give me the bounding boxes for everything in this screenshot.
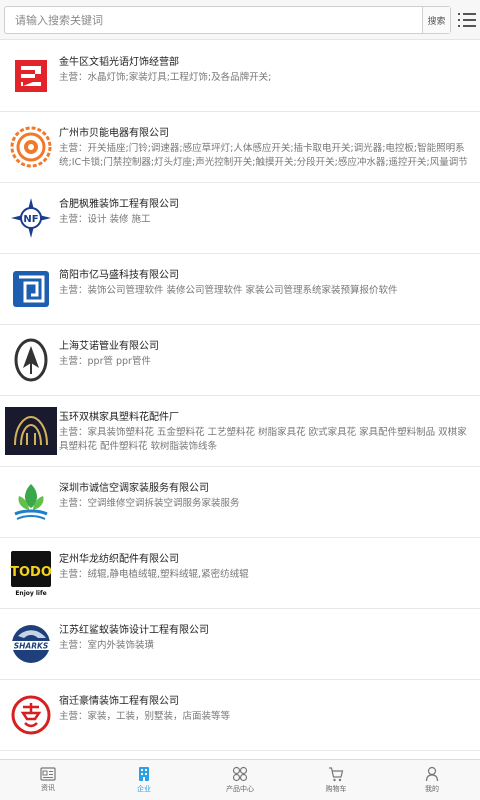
- business-text: 绒辊,静电植绒辊,塑料绒辊,紧密纺绒辊: [87, 569, 249, 580]
- blue-square-spiral-logo-icon: [13, 271, 49, 307]
- business-label: 主营：: [59, 640, 88, 651]
- company-logo: [6, 335, 56, 385]
- company-logo: SHARKS: [6, 619, 56, 669]
- user-icon: [425, 766, 439, 782]
- list-item[interactable]: 深圳市诚信空调家装服务有限公司 主营：空调维修空调拆装空调服务家装服务: [0, 467, 480, 538]
- svg-text:TODO: TODO: [10, 565, 52, 580]
- building-icon: [139, 767, 149, 781]
- list-item[interactable]: NF 合肥枫雅装饰工程有限公司 主营：设计 装修 施工: [0, 183, 480, 254]
- business-label: 主营：: [59, 356, 88, 367]
- tab-label: 我的: [425, 785, 439, 793]
- business-label: 主营：: [59, 498, 88, 509]
- company-logo: TODO Enjoy life: [6, 548, 56, 598]
- tab-mine[interactable]: 我的: [384, 760, 480, 800]
- company-logo: [6, 51, 56, 101]
- company-business: 主营：室内外装饰装璜: [59, 639, 472, 653]
- company-name[interactable]: 金牛区文韬光语灯饰经营部: [59, 53, 179, 68]
- company-business: 主营：ppr管 ppr管件: [59, 355, 472, 369]
- company-list: 金牛区文韬光语灯饰经营部 主营：水晶灯饰;家装灯具;工程灯饰;及各品牌开关; 广…: [0, 41, 480, 759]
- company-name[interactable]: 定州华龙纺织配件有限公司: [59, 550, 179, 565]
- list-item[interactable]: 简阳市亿马盛科技有限公司 主营：装饰公司管理软件 装修公司管理软件 家装公司管理…: [0, 254, 480, 325]
- company-name[interactable]: 江苏红鲨蚁装饰设计工程有限公司: [59, 621, 209, 636]
- list-item[interactable]: TODO Enjoy life 定州华龙纺织配件有限公司 主营：绒辊,静电植绒辊…: [0, 538, 480, 609]
- business-label: 主营：: [59, 214, 88, 225]
- company-logo: [6, 690, 56, 740]
- company-logo: NF: [6, 193, 56, 243]
- tab-products[interactable]: 产品中心: [192, 760, 288, 800]
- search-box: 搜索: [4, 6, 451, 34]
- company-name[interactable]: 广州市贝能电器有限公司: [59, 124, 169, 139]
- business-label: 主营：: [59, 711, 88, 722]
- tab-label: 购物车: [325, 784, 347, 793]
- company-business: 主营：水晶灯饰;家装灯具;工程灯饰;及各品牌开关;: [59, 71, 472, 85]
- business-text: 家装，工装，别墅装，店面装等等: [87, 711, 231, 722]
- menu-list-icon[interactable]: [458, 12, 476, 28]
- company-name[interactable]: 深圳市诚信空调家装服务有限公司: [59, 479, 209, 494]
- tab-enterprise[interactable]: 企业: [96, 760, 192, 800]
- company-business: 主营：装饰公司管理软件 装修公司管理软件 家装公司管理系统家装预算报价软件: [59, 284, 472, 298]
- tab-label: 产品中心: [226, 785, 254, 793]
- tab-cart[interactable]: 购物车: [288, 760, 384, 800]
- bottom-tab-bar: 资讯 企业 产品中心 购物车 我的: [0, 759, 480, 800]
- company-logo: [6, 477, 56, 527]
- green-blue-leaf-logo-icon: [14, 484, 48, 520]
- business-label: 主营：: [59, 285, 88, 296]
- business-text: 空调维修空调拆装空调服务家装服务: [87, 498, 240, 509]
- todo-enjoy-life-logo-icon: TODO Enjoy life: [10, 551, 52, 597]
- grid-icon: [232, 766, 248, 782]
- red-circle-seal-logo-icon: [11, 695, 51, 735]
- search-header: 搜索: [0, 0, 480, 40]
- company-business: 主营：家具装饰塑料花 五金塑料花 工艺塑料花 树脂家具花 欧式家具花 家具配件塑…: [59, 426, 472, 454]
- news-icon: [40, 767, 56, 781]
- tab-label: 企业: [137, 785, 151, 793]
- business-text: 室内外装饰装璜: [87, 640, 155, 651]
- business-text: 装饰公司管理软件 装修公司管理软件 家装公司管理系统家装预算报价软件: [87, 285, 398, 296]
- dark-emblem-logo-icon: [5, 407, 57, 455]
- company-business: 主营：绒辊,静电植绒辊,塑料绒辊,紧密纺绒辊: [59, 568, 472, 582]
- sharks-badge-logo-icon: SHARKS: [12, 625, 50, 663]
- company-name[interactable]: 宿迁豪情装饰工程有限公司: [59, 692, 179, 707]
- company-name[interactable]: 玉环双棋家具塑料花配件厂: [59, 408, 179, 423]
- search-input[interactable]: [5, 7, 422, 33]
- business-label: 主营：: [59, 427, 88, 438]
- business-label: 主营：: [59, 72, 88, 83]
- company-business: 主营：家装，工装，别墅装，店面装等等: [59, 710, 472, 724]
- company-business: 主营：设计 装修 施工: [59, 213, 472, 227]
- company-business: 主营：空调维修空调拆装空调服务家装服务: [59, 497, 472, 511]
- business-text: 开关插座;门铃;调速器;感应草坪灯;人体感应开关;插卡取电开关;调光器;电控板;…: [59, 143, 468, 168]
- list-item[interactable]: SHARKS 江苏红鲨蚁装饰设计工程有限公司 主营：室内外装饰装璜: [0, 609, 480, 680]
- company-name[interactable]: 上海艾诺管业有限公司: [59, 337, 159, 352]
- arrow-oval-logo-icon: [14, 338, 48, 382]
- list-item[interactable]: 宿迁豪情装饰工程有限公司 主营：家装，工装，别墅装，店面装等等: [0, 680, 480, 751]
- business-text: 设计 装修 施工: [87, 214, 151, 225]
- list-item[interactable]: 金牛区文韬光语灯饰经营部 主营：水晶灯饰;家装灯具;工程灯饰;及各品牌开关;: [0, 41, 480, 112]
- svg-text:NF: NF: [23, 214, 38, 225]
- company-logo: [4, 406, 58, 456]
- cart-icon: [329, 766, 344, 781]
- business-text: 家具装饰塑料花 五金塑料花 工艺塑料花 树脂家具花 欧式家具花 家具配件塑料制品…: [59, 427, 467, 452]
- orange-ornament-logo-icon: [10, 126, 52, 168]
- company-logo: [6, 122, 56, 172]
- svg-text:SHARKS: SHARKS: [14, 642, 48, 651]
- business-label: 主营：: [59, 569, 88, 580]
- company-name[interactable]: 简阳市亿马盛科技有限公司: [59, 266, 179, 281]
- list-item[interactable]: 广州市贝能电器有限公司 主营：开关插座;门铃;调速器;感应草坪灯;人体感应开关;…: [0, 112, 480, 183]
- tab-label: 资讯: [41, 784, 55, 792]
- search-button[interactable]: 搜索: [422, 7, 450, 33]
- business-text: 水晶灯饰;家装灯具;工程灯饰;及各品牌开关;: [87, 72, 272, 83]
- company-logo: [6, 264, 56, 314]
- svg-text:Enjoy life: Enjoy life: [15, 590, 46, 597]
- nf-compass-logo-icon: NF: [11, 198, 51, 238]
- list-item[interactable]: 玉环双棋家具塑料花配件厂 主营：家具装饰塑料花 五金塑料花 工艺塑料花 树脂家具…: [0, 396, 480, 467]
- company-business: 主营：开关插座;门铃;调速器;感应草坪灯;人体感应开关;插卡取电开关;调光器;电…: [59, 142, 472, 170]
- tab-news[interactable]: 资讯: [0, 760, 96, 800]
- business-text: ppr管 ppr管件: [87, 356, 151, 367]
- company-name[interactable]: 合肥枫雅装饰工程有限公司: [59, 195, 179, 210]
- list-item[interactable]: 上海艾诺管业有限公司 主营：ppr管 ppr管件: [0, 325, 480, 396]
- business-label: 主营：: [59, 143, 88, 154]
- red-letter-logo-icon: [15, 60, 47, 92]
